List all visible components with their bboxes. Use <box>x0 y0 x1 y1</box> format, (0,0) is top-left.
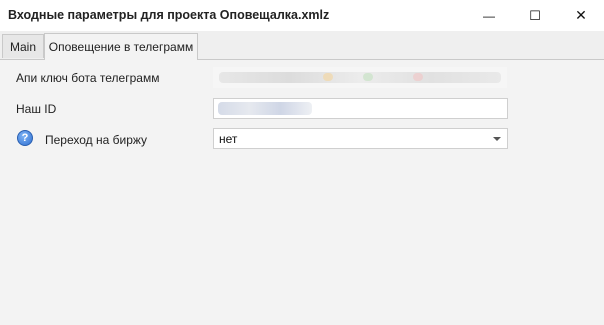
exchange-label: Переход на биржу <box>45 133 148 147</box>
redacted-value <box>219 72 501 83</box>
our-id-label: Наш ID <box>16 102 57 116</box>
title-bar: Входные параметры для проекта Оповещалка… <box>0 0 604 31</box>
redacted-dot <box>413 73 423 81</box>
minimize-button[interactable]: — <box>466 0 512 31</box>
chevron-down-icon <box>493 137 501 141</box>
redacted-dot <box>323 73 333 81</box>
tab-bar: Main Оповещение в телеграмм <box>0 31 604 60</box>
maximize-button[interactable]: ☐ <box>512 0 558 31</box>
close-icon: ✕ <box>575 7 587 23</box>
close-button[interactable]: ✕ <box>558 0 604 31</box>
our-id-field[interactable] <box>213 98 508 119</box>
maximize-icon: ☐ <box>529 7 541 23</box>
redacted-value <box>218 102 312 115</box>
tab-telegram-notification[interactable]: Оповещение в телеграмм <box>44 33 198 60</box>
tab-content: Апи ключ бота телеграмм Наш ID ? Переход… <box>0 60 604 325</box>
exchange-select-value: нет <box>219 132 238 146</box>
api-key-field[interactable] <box>213 67 507 88</box>
question-mark-help-icon[interactable]: ? <box>17 130 33 146</box>
window-title: Входные параметры для проекта Оповещалка… <box>8 8 330 22</box>
tab-main-label: Main <box>9 39 36 54</box>
exchange-select[interactable]: нет <box>213 128 508 149</box>
tab-telegram-label: Оповещение в телеграмм <box>48 40 194 54</box>
redacted-dot <box>363 73 373 81</box>
minimize-icon: — <box>483 8 495 23</box>
tab-main[interactable]: Main <box>2 34 44 58</box>
api-key-label: Апи ключ бота телеграмм <box>16 71 160 85</box>
